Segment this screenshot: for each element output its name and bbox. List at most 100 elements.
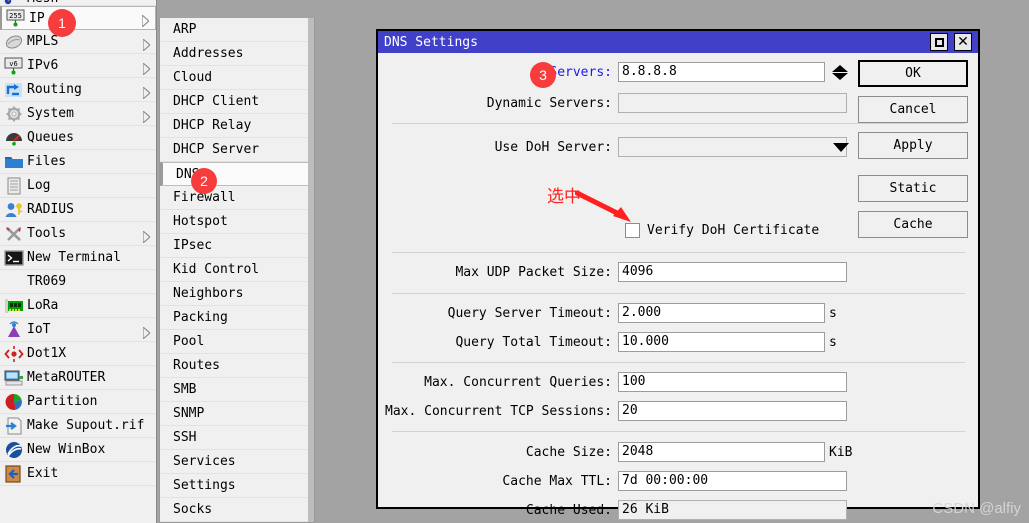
submenu-item-label: Hotspot <box>173 214 228 229</box>
menu-item-exit[interactable]: Exit <box>0 462 156 486</box>
use-doh-server-input[interactable] <box>618 137 847 157</box>
use-doh-server-dropdown-icon[interactable] <box>833 143 849 152</box>
apply-button-label: Apply <box>893 138 933 153</box>
cache-used-label: Cache Used: <box>525 502 612 518</box>
submenu-item-services[interactable]: Services <box>160 450 314 474</box>
ok-button[interactable]: OK <box>858 60 968 87</box>
cache-max-ttl-input[interactable]: 7d 00:00:00 <box>618 471 847 491</box>
submenu-item-label: Packing <box>173 310 228 325</box>
menu-item-label: Routing <box>27 82 82 97</box>
menu-item-lora[interactable]: LoRa <box>0 294 156 318</box>
supout-file-icon <box>3 417 25 435</box>
menu-item-routing[interactable]: Routing <box>0 78 156 102</box>
menu-item-ip[interactable]: 255 IP <box>0 6 156 30</box>
static-button[interactable]: Static <box>858 175 968 202</box>
menu-item-tools[interactable]: Tools <box>0 222 156 246</box>
menu-item-label: Dot1X <box>27 346 67 361</box>
cache-size-row: Cache Size: 2048 KiB <box>378 441 856 463</box>
submenu-item-ipsec[interactable]: IPsec <box>160 234 314 258</box>
submenu-item-settings[interactable]: Settings <box>160 474 314 498</box>
queues-gauge-icon <box>3 129 25 147</box>
submenu-item-packing[interactable]: Packing <box>160 306 314 330</box>
maximize-icon[interactable] <box>930 33 948 51</box>
menu-item-radius[interactable]: RADIUS <box>0 198 156 222</box>
submenu-item-smb[interactable]: SMB <box>160 378 314 402</box>
query-total-timeout-input[interactable]: 10.000 <box>618 332 825 352</box>
menu-item-files[interactable]: Files <box>0 150 156 174</box>
lora-chip-icon <box>3 297 25 315</box>
max-udp-packet-size-input[interactable]: 4096 <box>618 262 847 282</box>
submenu-item-snmp[interactable]: SNMP <box>160 402 314 426</box>
cache-max-ttl-label: Cache Max TTL: <box>502 473 612 489</box>
menu-item-system[interactable]: System <box>0 102 156 126</box>
chevron-right-icon <box>142 228 151 244</box>
menu-item-new-winbox[interactable]: New WinBox <box>0 438 156 462</box>
spinner-up-icon[interactable] <box>832 64 848 72</box>
menu-item-make-supout-rif[interactable]: Make Supout.rif <box>0 414 156 438</box>
submenu-item-dhcp-relay[interactable]: DHCP Relay <box>160 114 314 138</box>
cache-size-unit: KiB <box>829 444 853 460</box>
max-concurrent-queries-row: Max. Concurrent Queries: 100 <box>378 371 856 393</box>
servers-input[interactable]: 8.8.8.8 <box>618 62 825 82</box>
menu-item-metarouter[interactable]: MetaROUTER <box>0 366 156 390</box>
menu-item-partition[interactable]: Partition <box>0 390 156 414</box>
submenu-item-ssh[interactable]: SSH <box>160 426 314 450</box>
submenu-item-arp[interactable]: ARP <box>160 18 314 42</box>
submenu-item-kid-control[interactable]: Kid Control <box>160 258 314 282</box>
divider <box>392 431 965 432</box>
menu-item-tr069[interactable]: TR069 <box>0 270 156 294</box>
submenu-item-label: SSH <box>173 430 197 445</box>
submenu-item-neighbors[interactable]: Neighbors <box>160 282 314 306</box>
dynamic-servers-label: Dynamic Servers: <box>486 95 612 111</box>
menu-item-ipv6[interactable]: v6 IPv6 <box>0 54 156 78</box>
use-doh-server-row: Use DoH Server: <box>378 136 856 158</box>
divider <box>392 362 965 363</box>
spinner-down-icon[interactable] <box>832 72 848 80</box>
max-concurrent-tcp-sessions-label: Max. Concurrent TCP Sessions: <box>385 403 612 419</box>
submenu-scrollbar[interactable] <box>308 18 314 522</box>
max-udp-packet-size-row: Max UDP Packet Size: 4096 <box>378 261 856 283</box>
cache-button[interactable]: Cache <box>858 211 968 238</box>
menu-item-label: Tools <box>27 226 67 241</box>
partition-pie-icon <box>3 393 25 411</box>
svg-text:v6: v6 <box>9 60 17 68</box>
ok-button-label: OK <box>905 66 921 81</box>
max-concurrent-queries-input[interactable]: 100 <box>618 372 847 392</box>
cache-size-input[interactable]: 2048 <box>618 442 825 462</box>
servers-spinner[interactable] <box>831 61 849 83</box>
ip-255-icon: 255 <box>5 9 27 27</box>
submenu-item-dhcp-client[interactable]: DHCP Client <box>160 90 314 114</box>
submenu-item-label: Cloud <box>173 70 213 85</box>
menu-item-label: Mesh <box>27 0 58 6</box>
badge-number: 3 <box>539 67 547 83</box>
menu-item-iot[interactable]: IoT <box>0 318 156 342</box>
menu-item-dot1x[interactable]: Dot1X <box>0 342 156 366</box>
annotation-badge-2: 2 <box>191 168 217 194</box>
submenu-item-dhcp-server[interactable]: DHCP Server <box>160 138 314 162</box>
max-concurrent-tcp-sessions-input[interactable]: 20 <box>618 401 847 421</box>
submenu-item-socks[interactable]: Socks <box>160 498 314 522</box>
submenu-item-cloud[interactable]: Cloud <box>160 66 314 90</box>
menu-item-mpls[interactable]: MPLS <box>0 30 156 54</box>
close-icon[interactable]: ✕ <box>954 33 972 51</box>
apply-button[interactable]: Apply <box>858 132 968 159</box>
query-server-timeout-input[interactable]: 2.000 <box>618 303 825 323</box>
submenu-item-pool[interactable]: Pool <box>160 330 314 354</box>
submenu-item-hotspot[interactable]: Hotspot <box>160 210 314 234</box>
menu-item-label: IP <box>29 10 45 26</box>
submenu-item-routes[interactable]: Routes <box>160 354 314 378</box>
submenu-item-dns[interactable]: DNS <box>160 162 314 186</box>
dialog-title-bar[interactable]: DNS Settings ✕ <box>378 31 978 53</box>
submenu-item-firewall[interactable]: Firewall <box>160 186 314 210</box>
menu-item-new-terminal[interactable]: New Terminal <box>0 246 156 270</box>
submenu-item-addresses[interactable]: Addresses <box>160 42 314 66</box>
dns-settings-dialog: DNS Settings ✕ Servers: 8.8.8.8 Dynamic … <box>376 29 980 520</box>
static-button-label: Static <box>889 181 937 196</box>
submenu-item-label: SNMP <box>173 406 205 421</box>
menu-item-log[interactable]: Log <box>0 174 156 198</box>
cancel-button[interactable]: Cancel <box>858 96 968 123</box>
verify-doh-certificate-label: Verify DoH Certificate <box>647 223 820 238</box>
menu-item-queues[interactable]: Queues <box>0 126 156 150</box>
annotation-badge-3: 3 <box>530 62 556 88</box>
verify-doh-certificate-row[interactable]: Verify DoH Certificate <box>625 223 819 238</box>
